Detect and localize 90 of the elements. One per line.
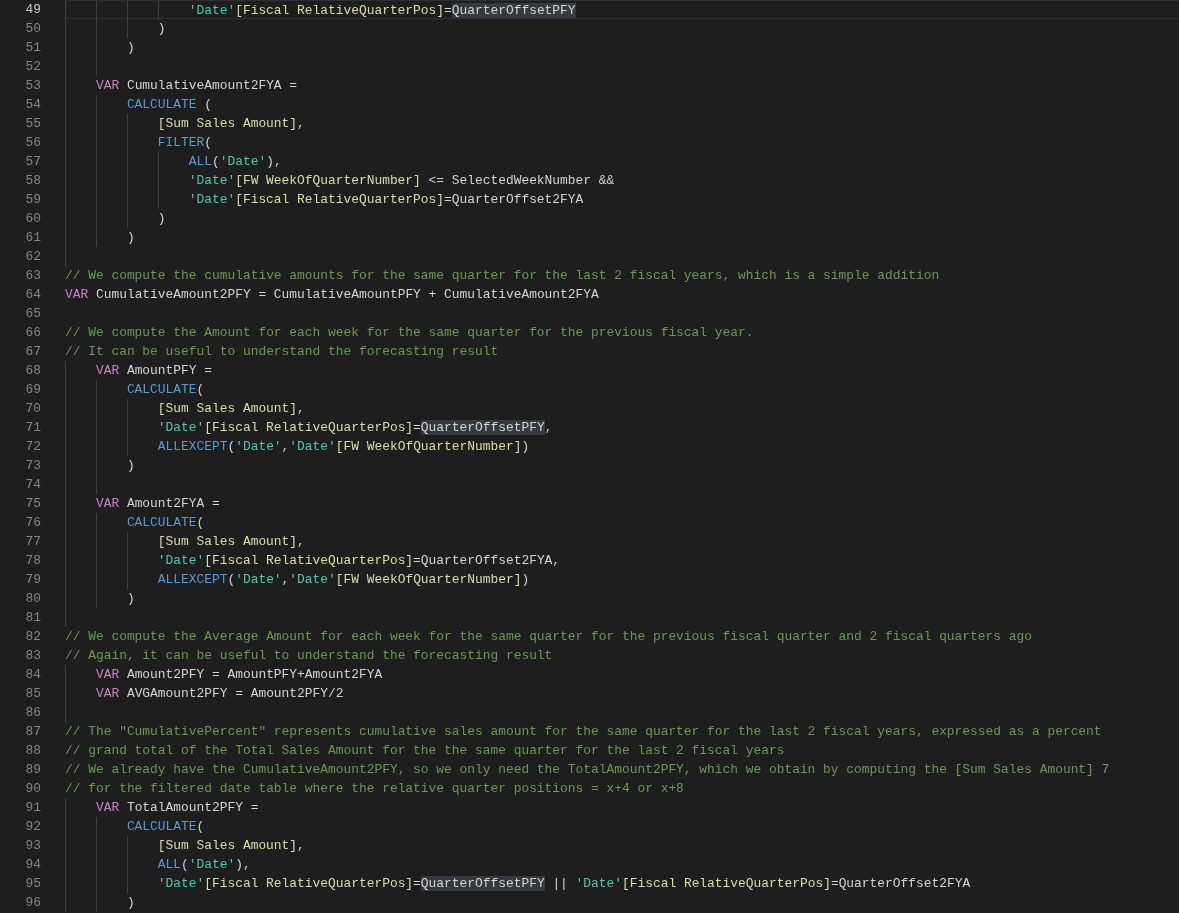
line-number: 74: [24, 476, 41, 494]
code-line: // for the filtered date table where the relative quarter positions = x+4 or x+8: [65, 780, 685, 798]
line-number: 89: [24, 761, 41, 779]
line-number: 95: [24, 875, 41, 893]
line-number: 63: [24, 267, 41, 285]
code-line: // We compute the Amount for each week for the same quarter for the previous fiscal year.: [65, 324, 755, 342]
code-line: 'Date'[FW WeekOfQuarterNumber] <= SelectedWeekNumber &&: [65, 171, 1179, 190]
code-line: // We compute the Average Amount for each week for the same quarter for the previous fiscal quarter and 2 fiscal quarters ago: [65, 628, 1033, 646]
line-number: 49: [24, 1, 41, 19]
line-number: 52: [24, 58, 41, 76]
line-number: 69: [24, 381, 41, 399]
code-line: ): [65, 228, 1179, 247]
line-number: 66: [24, 324, 41, 342]
line-number: 70: [24, 400, 41, 418]
line-number: 96: [24, 894, 41, 912]
line-number: 77: [24, 533, 41, 551]
line-number: 65: [24, 305, 41, 323]
code-line: 'Date'[Fiscal RelativeQuarterPos]=QuarterOffsetPFY: [65, 0, 1179, 19]
code-line: [Sum Sales Amount],: [65, 532, 1179, 551]
code-line: 'Date'[Fiscal RelativeQuarterPos]=QuarterOffset2FYA: [65, 190, 1179, 209]
code-line: CALCULATE(: [65, 817, 1179, 836]
line-number: 75: [24, 495, 41, 513]
line-number: 82: [24, 628, 41, 646]
code-line: [Sum Sales Amount],: [65, 836, 1179, 855]
line-number: 71: [24, 419, 41, 437]
line-number: 92: [24, 818, 41, 836]
line-number: 56: [24, 134, 41, 152]
line-number: 81: [24, 609, 41, 627]
line-number: 87: [24, 723, 41, 741]
code-line: ALLEXCEPT('Date','Date'[FW WeekOfQuarterNumber]): [65, 437, 1179, 456]
line-number: 84: [24, 666, 41, 684]
code-line: ALLEXCEPT('Date','Date'[FW WeekOfQuarterNumber]): [65, 570, 1179, 589]
line-number: 64: [24, 286, 41, 304]
line-number: 76: [24, 514, 41, 532]
line-number: 80: [24, 590, 41, 608]
code-line: VAR AVGAmount2PFY = Amount2PFY/2: [65, 684, 1179, 703]
code-line: ): [65, 456, 1179, 475]
code-line: VAR TotalAmount2PFY =: [65, 798, 1179, 817]
code-line: ): [65, 38, 1179, 57]
code-line: ): [65, 19, 1179, 38]
code-line: CALCULATE (: [65, 95, 1179, 114]
code-line: VAR AmountPFY =: [65, 361, 1179, 380]
line-number: 85: [24, 685, 41, 703]
line-number: 93: [24, 837, 41, 855]
line-number: 72: [24, 438, 41, 456]
code-line: VAR Amount2PFY = AmountPFY+Amount2FYA: [65, 665, 1179, 684]
code-line: // We compute the cumulative amounts for the same quarter for the last 2 fiscal years, which is a simple addition: [65, 267, 941, 285]
line-number: 79: [24, 571, 41, 589]
code-line: ALL('Date'),: [65, 855, 1179, 874]
code-line: // The "CumulativePercent" represents cumulative sales amount for the same quarter for the last 2 fiscal years, expressed as a percent: [65, 723, 1103, 741]
code-line: 'Date'[Fiscal RelativeQuarterPos]=QuarterOffset2FYA,: [65, 551, 1179, 570]
code-line: FILTER(: [65, 133, 1179, 152]
line-number: 68: [24, 362, 41, 380]
code-line: // It can be useful to understand the forecasting result: [65, 343, 500, 361]
line-number: 50: [24, 20, 41, 38]
code-line: 'Date'[Fiscal RelativeQuarterPos]=QuarterOffsetPFY || 'Date'[Fiscal RelativeQuarterPos]=QuarterOffset2FYA: [65, 874, 1179, 893]
line-number: 62: [24, 248, 41, 266]
code-line: ): [65, 893, 1179, 912]
code-line: [Sum Sales Amount],: [65, 114, 1179, 133]
line-number: 86: [24, 704, 41, 722]
line-number: 51: [24, 39, 41, 57]
code-line: [Sum Sales Amount],: [65, 399, 1179, 418]
code-line: ): [65, 209, 1179, 228]
code-line: CALCULATE(: [65, 513, 1179, 532]
line-number: 53: [24, 77, 41, 95]
line-number: 55: [24, 115, 41, 133]
code-line: // grand total of the Total Sales Amount for the the same quarter for the last 2 fiscal years: [65, 742, 786, 760]
line-number: 94: [24, 856, 41, 874]
code-line: CALCULATE(: [65, 380, 1179, 399]
line-number: 90: [24, 780, 41, 798]
line-number: 83: [24, 647, 41, 665]
line-number: 60: [24, 210, 41, 228]
line-number: 73: [24, 457, 41, 475]
line-number: 88: [24, 742, 41, 760]
code-line: ): [65, 589, 1179, 608]
code-line: VAR CumulativeAmount2FYA =: [65, 76, 1179, 95]
code-line: // We already have the CumulativeAmount2PFY, so we only need the TotalAmount2PFY, which we obtain by computing the [Sum Sales Amount] 7: [65, 761, 1111, 779]
code-line: 'Date'[Fiscal RelativeQuarterPos]=QuarterOffsetPFY,: [65, 418, 1179, 437]
line-number: 91: [24, 799, 41, 817]
line-number: 59: [24, 191, 41, 209]
line-number: 61: [24, 229, 41, 247]
line-number: 54: [24, 96, 41, 114]
code-line: VAR Amount2FYA =: [65, 494, 1179, 513]
line-number: 67: [24, 343, 41, 361]
line-number: 78: [24, 552, 41, 570]
line-number: 58: [24, 172, 41, 190]
code-line: ALL('Date'),: [65, 152, 1179, 171]
code-line: VAR CumulativeAmount2PFY = CumulativeAmountPFY + CumulativeAmount2FYA: [65, 286, 600, 304]
code-line: // Again, it can be useful to understand the forecasting result: [65, 647, 554, 665]
line-number: 57: [24, 153, 41, 171]
